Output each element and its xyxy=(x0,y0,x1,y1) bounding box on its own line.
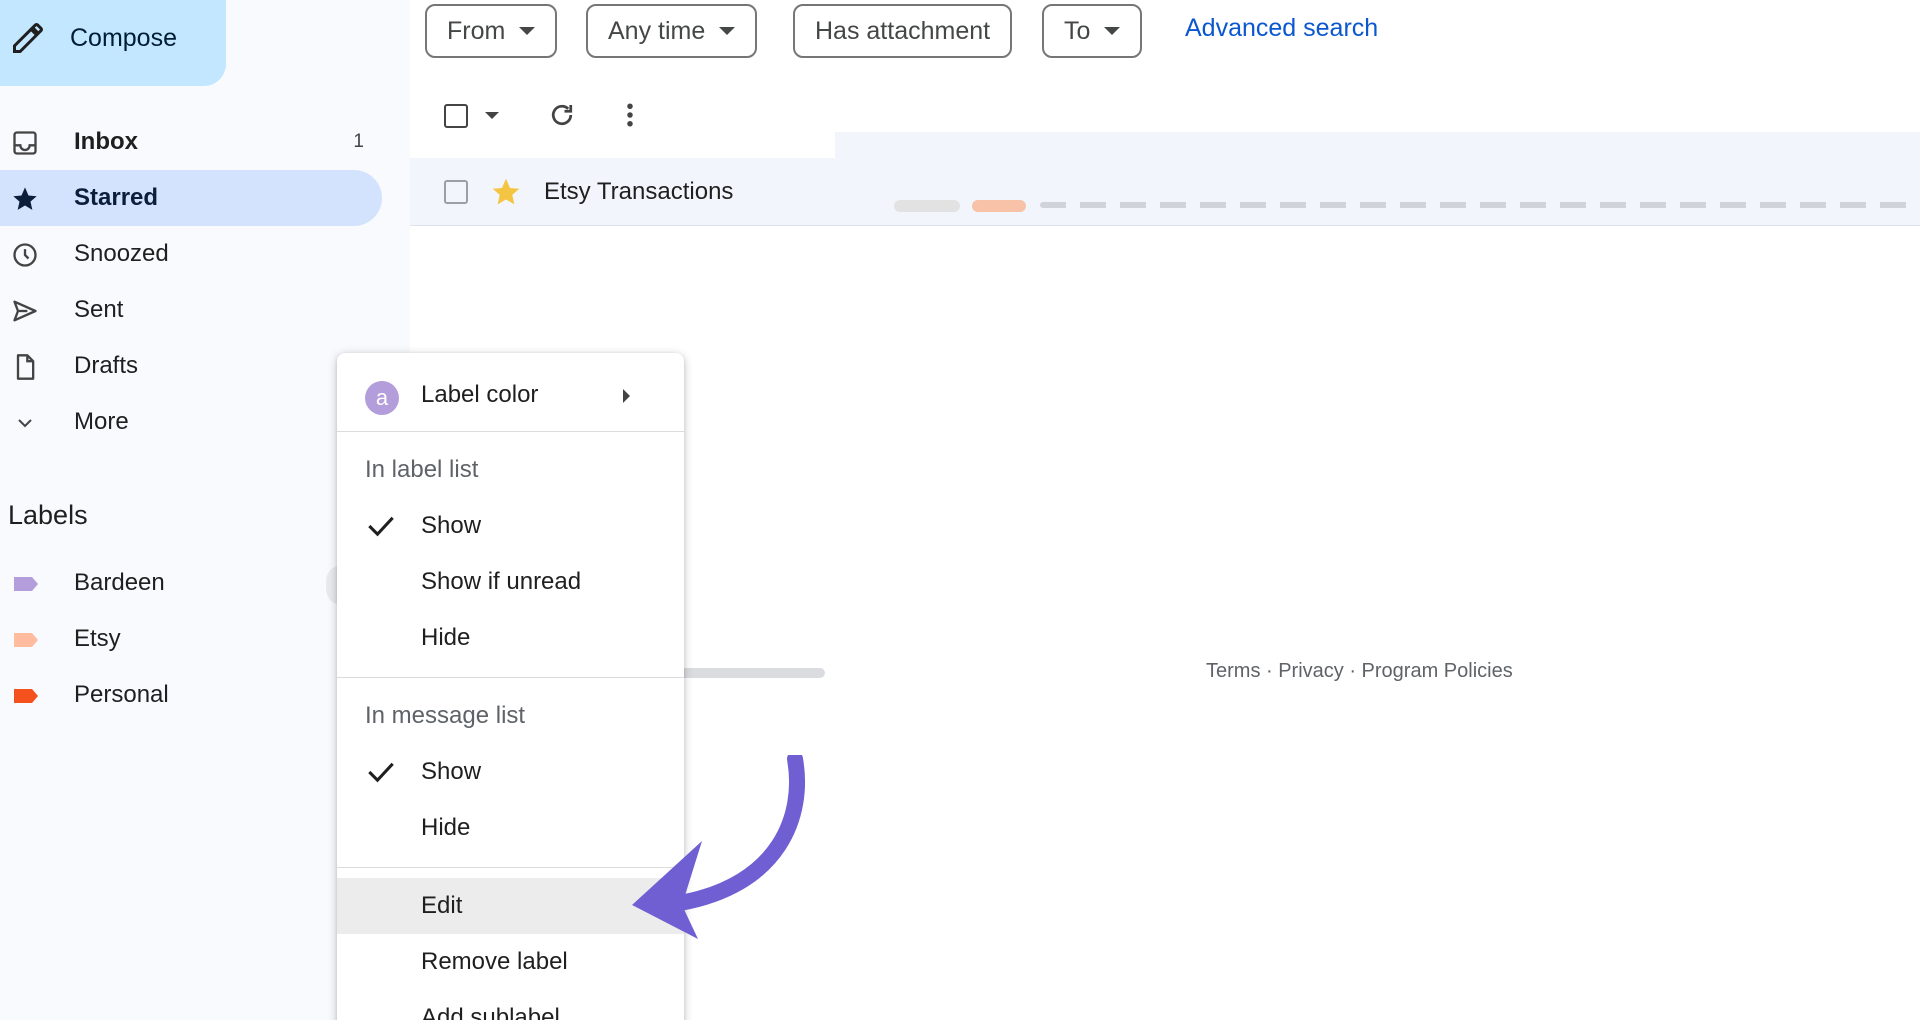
menu-item-show-if-unread[interactable]: Show if unread xyxy=(337,554,684,610)
nav-label-inbox: Inbox xyxy=(74,128,138,155)
label-item-bardeen[interactable]: Bardeen xyxy=(0,555,330,611)
nav-item-sent[interactable]: Sent xyxy=(0,282,382,338)
nav-label-more: More xyxy=(74,408,129,435)
nav-item-snoozed[interactable]: Snoozed xyxy=(0,226,382,282)
nav-item-more[interactable]: More xyxy=(0,394,382,450)
menu-item-add-sublabel[interactable]: Add sublabel xyxy=(337,990,684,1020)
dropdown-caret-icon xyxy=(719,27,736,35)
filter-any-time-label: Any time xyxy=(608,16,706,45)
label-tag-icon xyxy=(14,689,38,703)
nav-label-snoozed: Snoozed xyxy=(74,240,169,267)
compose-label: Compose xyxy=(70,23,177,52)
star-icon[interactable] xyxy=(490,176,522,208)
filter-any-time-chip[interactable]: Any time xyxy=(586,4,758,58)
inbox-count: 1 xyxy=(353,131,364,152)
menu-divider xyxy=(337,677,684,678)
menu-text: Add sublabel xyxy=(421,1004,560,1020)
more-options-icon[interactable] xyxy=(620,100,640,130)
chevron-down-icon xyxy=(10,408,40,438)
menu-item-label-color[interactable]: a Label color xyxy=(337,367,684,423)
compose-button[interactable]: Compose xyxy=(0,0,226,86)
dropdown-caret-icon xyxy=(1104,27,1121,35)
nav-item-starred[interactable]: Starred xyxy=(0,170,382,226)
menu-text: Hide xyxy=(421,624,471,651)
menu-text: Show xyxy=(421,512,482,539)
inbox-icon xyxy=(10,128,40,158)
send-icon xyxy=(10,296,40,326)
row-highlight xyxy=(835,132,1920,158)
label-name: Personal xyxy=(74,681,169,708)
nav-item-drafts[interactable]: Drafts xyxy=(0,338,382,394)
email-row[interactable]: Etsy Transactions xyxy=(410,158,1920,226)
section-in-message-list: In message list xyxy=(365,702,526,729)
label-tag-icon xyxy=(14,633,38,647)
labels-heading: Labels xyxy=(8,500,88,530)
menu-item-label-list-hide[interactable]: Hide xyxy=(337,610,684,666)
nav-label-sent: Sent xyxy=(74,296,124,323)
label-item-etsy[interactable]: Etsy xyxy=(0,611,330,667)
menu-text: Hide xyxy=(421,814,471,841)
menu-text: Show xyxy=(421,758,482,785)
menu-label-color-text: Label color xyxy=(421,381,539,408)
label-name: Bardeen xyxy=(74,569,165,596)
filter-to-chip[interactable]: To xyxy=(1042,4,1143,58)
advanced-search-link[interactable]: Advanced search xyxy=(1185,14,1378,43)
nav-item-inbox[interactable]: Inbox 1 xyxy=(0,114,382,170)
menu-text: Edit xyxy=(421,892,463,919)
nav-label-starred: Starred xyxy=(74,184,159,211)
filter-to-label: To xyxy=(1064,16,1091,45)
filter-from-label: From xyxy=(447,16,506,45)
blurred-label-chip xyxy=(894,200,960,212)
menu-divider xyxy=(337,431,684,432)
menu-text: Show if unread xyxy=(421,568,582,595)
menu-item-label-list-show[interactable]: Show xyxy=(337,498,684,554)
blurred-label-chip xyxy=(972,200,1026,212)
blurred-subject xyxy=(1040,202,1910,208)
footer-links[interactable]: Terms · Privacy · Program Policies xyxy=(1206,660,1513,683)
horizontal-scrollbar[interactable] xyxy=(680,668,825,678)
clock-icon xyxy=(10,240,40,270)
section-in-label-list: In label list xyxy=(365,456,479,483)
filter-has-attachment-chip[interactable]: Has attachment xyxy=(793,4,1013,58)
email-sender: Etsy Transactions xyxy=(544,178,734,205)
dropdown-caret-icon xyxy=(519,27,536,35)
draft-icon xyxy=(10,352,40,382)
checkmark-icon xyxy=(368,516,394,537)
annotation-arrow-icon xyxy=(632,755,806,939)
checkmark-icon xyxy=(368,762,394,783)
refresh-icon[interactable] xyxy=(547,100,577,130)
pencil-icon xyxy=(13,23,43,53)
label-tag-icon xyxy=(14,577,38,591)
label-item-personal[interactable]: Personal xyxy=(0,667,330,723)
menu-text: Remove label xyxy=(421,948,568,975)
label-color-avatar: a xyxy=(365,381,399,415)
select-dropdown-icon[interactable] xyxy=(485,112,499,119)
label-name: Etsy xyxy=(74,625,121,652)
filter-from-chip[interactable]: From xyxy=(425,4,558,58)
filter-has-attachment-label: Has attachment xyxy=(815,16,991,45)
email-checkbox[interactable] xyxy=(444,180,468,204)
nav-label-drafts: Drafts xyxy=(74,352,139,379)
submenu-arrow-icon xyxy=(623,389,630,403)
select-all-checkbox[interactable] xyxy=(444,104,468,128)
star-icon xyxy=(10,184,40,214)
